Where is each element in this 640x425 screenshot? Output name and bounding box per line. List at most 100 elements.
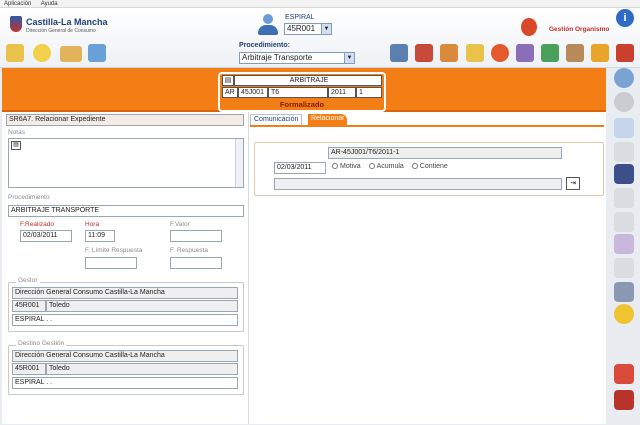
radio-motiva-circle — [332, 163, 338, 170]
app-header: Castilla-La Mancha Dirección General de … — [0, 8, 640, 68]
save-icon[interactable] — [614, 164, 634, 184]
radio-contiene-circle — [411, 163, 418, 170]
diamond-icon[interactable] — [614, 118, 634, 138]
mail-icon[interactable] — [466, 44, 484, 62]
procedimiento-select[interactable]: Arbitraje Transporte ▼ — [239, 52, 355, 64]
info-icon[interactable]: i — [616, 9, 634, 27]
brand-title: Castilla-La Mancha — [26, 17, 108, 27]
globe-icon[interactable] — [491, 44, 509, 62]
print-icon[interactable] — [614, 282, 634, 302]
case-status: Formalizado — [279, 100, 325, 109]
lightbulb-icon[interactable] — [33, 44, 51, 62]
fecha-field[interactable]: 02/03/2011 — [274, 162, 326, 174]
radio-motiva[interactable]: Motiva — [332, 163, 361, 170]
case-code-1: AR — [222, 87, 238, 98]
f-valor-label: F.Valor — [170, 221, 190, 228]
brand-subtitle: Dirección General de Consumo — [26, 28, 96, 34]
procedimiento-field[interactable]: ARBITRAJE TRANSPORTE — [8, 205, 244, 217]
user-select-value: 45R001 — [287, 24, 316, 33]
case-code-3: T6 — [268, 87, 328, 98]
menu-ayuda[interactable]: Ayuda — [41, 1, 58, 7]
edit-icon[interactable] — [614, 212, 634, 232]
radio-group: Motiva Acumula Contiene — [332, 163, 448, 170]
hora-field[interactable]: 11:09 — [85, 230, 115, 242]
notas-textarea[interactable]: ▤ — [8, 138, 244, 188]
panel-divider — [248, 112, 249, 424]
radio-contiene-label: Contiene — [419, 163, 448, 170]
f-limite-label: F. Límite Respuesta — [85, 247, 143, 254]
radio-acumula-circle — [368, 163, 375, 170]
procedimiento-select-value: Arbitraje Transporte — [242, 53, 313, 62]
case-code-5: 1 — [356, 87, 382, 98]
gestion-organismo-link[interactable]: Gestión Organismo — [549, 26, 609, 33]
radio-acumula[interactable]: Acumula — [368, 163, 404, 170]
folder-icon[interactable] — [60, 46, 82, 62]
zoom-icon[interactable] — [614, 68, 634, 88]
gestor-city: Toledo — [46, 300, 238, 312]
main-content: SR6A7. Relacionar Expediente Notas ▤ Pro… — [2, 112, 606, 424]
destino-code: 45R001 — [12, 363, 46, 375]
settings-icon[interactable] — [614, 304, 634, 324]
gestor-code: 45R001 — [12, 300, 46, 312]
f-respuesta-label: F. Respuesta — [170, 247, 208, 254]
section-heading: SR6A7. Relacionar Expediente — [6, 114, 244, 126]
f-respuesta-field[interactable] — [170, 257, 222, 269]
menu-bar: Aplicación Ayuda — [0, 0, 640, 8]
notas-scrollbar[interactable] — [235, 139, 243, 187]
books-icon[interactable] — [415, 44, 433, 62]
destino-user: ESPIRAL . . — [12, 377, 238, 389]
search-result-field — [274, 178, 562, 190]
case-header: ▤ ARBITRAJE AR 45J001 T6 2011 1 Formaliz… — [218, 72, 386, 112]
tab-underline — [250, 125, 604, 127]
attach-icon[interactable] — [614, 234, 634, 254]
destino-label: Destino Gestión — [16, 340, 67, 347]
user-label: ESPIRAL — [285, 14, 315, 21]
right-toolbar — [608, 68, 640, 425]
radio-acumula-label: Acumula — [376, 163, 404, 170]
user-select[interactable]: 45R001 ▼ — [284, 23, 332, 35]
f-realizado-label: F.Realizado — [20, 221, 54, 228]
menu-aplicacion[interactable]: Aplicación — [4, 1, 31, 7]
tools-icon[interactable] — [616, 44, 634, 62]
f-limite-field[interactable] — [85, 257, 137, 269]
case-code-2: 45J001 — [238, 87, 268, 98]
tab-comunicacion[interactable]: Comunicación — [250, 114, 303, 125]
logo-shield-icon — [10, 16, 22, 32]
destino-city: Toledo — [46, 363, 238, 375]
gestor-label: Gestor — [16, 277, 40, 284]
search-relate-icon[interactable]: ⇥ — [566, 177, 580, 190]
procedimiento-label: Procedimiento: — [239, 42, 290, 49]
computer-icon[interactable] — [88, 44, 106, 62]
f-valor-field[interactable] — [170, 230, 222, 242]
cut-icon[interactable] — [614, 188, 634, 208]
case-title: ARBITRAJE — [234, 75, 382, 86]
copy-icon[interactable] — [614, 142, 634, 162]
laptop-icon[interactable] — [390, 44, 408, 62]
abacus-icon[interactable] — [566, 44, 584, 62]
notes-icon[interactable]: ▤ — [11, 141, 21, 150]
hora-label: Hora — [85, 221, 100, 228]
f-realizado-field[interactable]: 02/03/2011 — [20, 230, 72, 242]
home-icon[interactable] — [6, 44, 24, 62]
case-code-4: 2011 — [328, 87, 356, 98]
gestor-user: ESPIRAL . . — [12, 314, 238, 326]
users-group-icon[interactable] — [541, 44, 559, 62]
notas-label: Notas — [8, 129, 25, 136]
destino-org: Dirección General Consumo Castilla-La Ma… — [12, 350, 238, 362]
list-icon[interactable] — [614, 258, 634, 278]
delete-icon[interactable] — [614, 364, 634, 384]
chevron-down-icon: ▼ — [321, 24, 331, 34]
tab-relacionar[interactable]: Relacionar — [308, 114, 348, 125]
radio-contiene[interactable]: Contiene — [411, 163, 448, 170]
gears-icon[interactable] — [591, 44, 609, 62]
document-stack-icon[interactable] — [440, 44, 458, 62]
back-arrow-icon[interactable] — [614, 92, 634, 112]
chevron-down-icon: ▼ — [344, 53, 354, 63]
user-icon — [258, 14, 278, 36]
expediente-field: AR-45J001/T6/2011-1 — [328, 147, 562, 159]
exit-icon[interactable] — [614, 390, 634, 410]
organismo-icon — [521, 18, 537, 36]
procedimiento-field-label: Procedimiento — [8, 194, 50, 201]
document-icon: ▤ — [222, 75, 234, 86]
search-people-icon[interactable] — [516, 44, 534, 62]
